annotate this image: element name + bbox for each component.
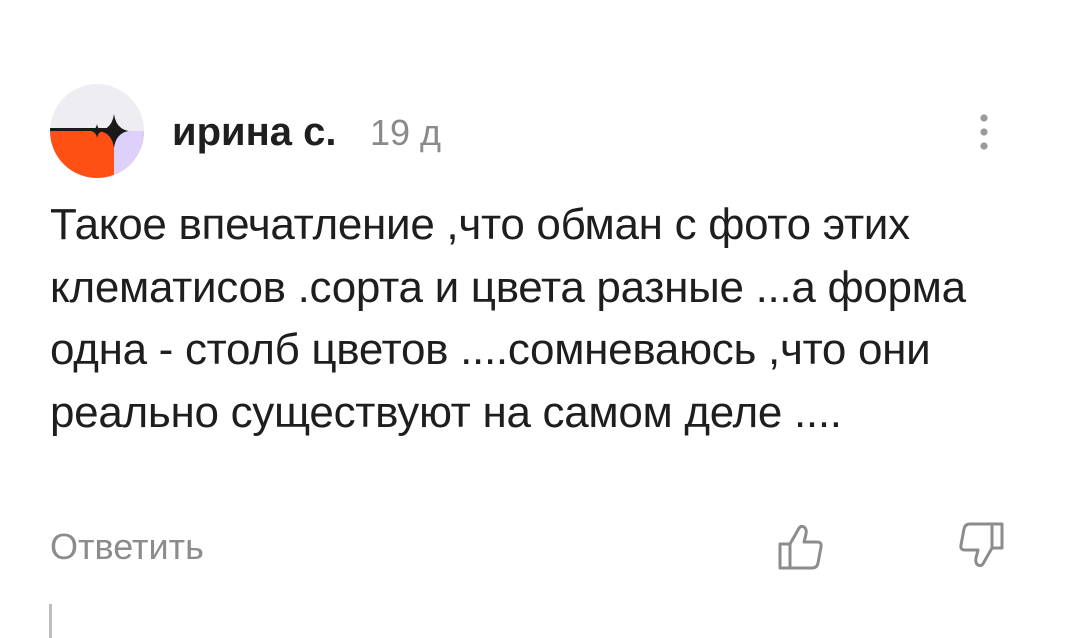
thread-line (49, 604, 52, 638)
comment-time: 19 д (370, 112, 442, 153)
dislike-button[interactable] (956, 520, 1006, 570)
more-options-button[interactable] (966, 108, 1002, 156)
avatar-graphic (50, 84, 144, 178)
avatar[interactable] (50, 84, 144, 178)
comment-text: Такое впечатление ,что обман с фото этих… (50, 200, 966, 437)
thumbs-up-icon (778, 524, 823, 570)
reply-button[interactable]: Ответить (50, 524, 204, 570)
author-name[interactable]: ирина с. (172, 108, 337, 156)
thumbs-down-icon (959, 522, 1004, 568)
more-vertical-icon (980, 114, 988, 150)
like-button[interactable] (776, 522, 826, 572)
comment-card: ирина с. 19 д Такое впечатление ,что обм… (0, 0, 1080, 638)
